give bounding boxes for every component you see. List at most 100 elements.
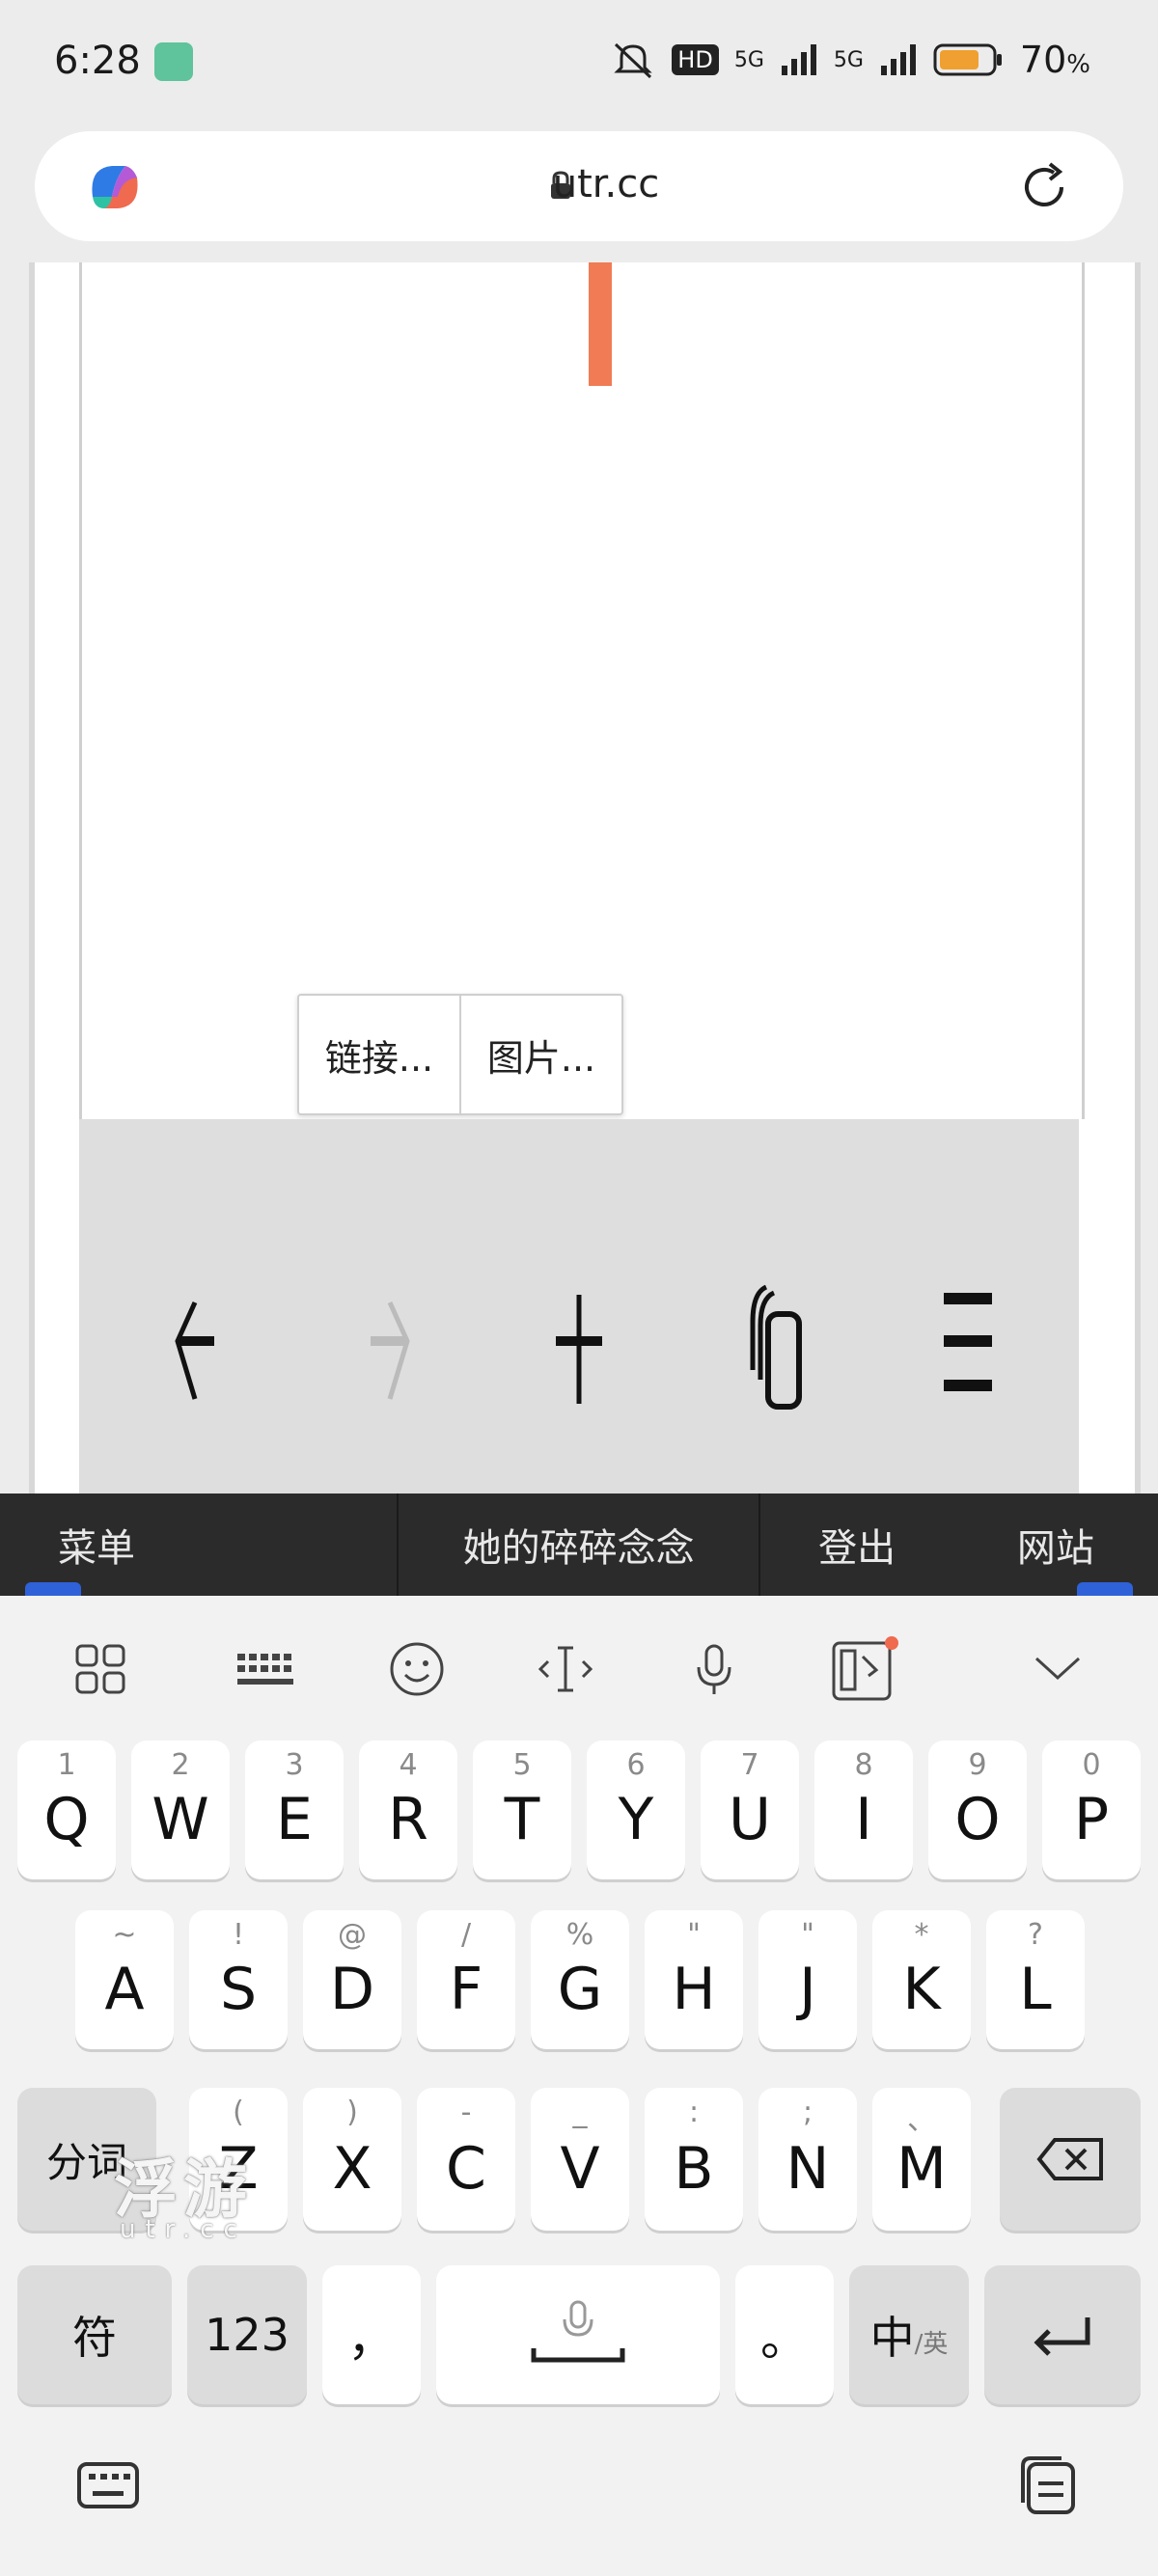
key-hint: % [565,1918,594,1952]
key-hint: 9 [968,1748,987,1782]
collapse-keyboard-icon[interactable] [1019,1631,1096,1708]
battery-unit: % [1066,50,1090,79]
orange-accent-bar [589,262,612,386]
insert-link-button[interactable]: 链接... [299,996,459,1113]
symbol-key-label: 符 [72,2312,117,2364]
language-key-sub: /英 [914,2329,949,2359]
tabs-icon[interactable] [739,1264,816,1418]
key-hint: ; [802,2096,813,2129]
reload-icon[interactable] [1015,158,1073,216]
language-key-main: 中 [869,2312,915,2364]
key-p[interactable]: 0P [1042,1740,1141,1879]
key-r[interactable]: 4R [359,1740,457,1879]
space-mic-icon [531,2300,625,2363]
key-label: T [504,1786,540,1853]
key-k[interactable]: * K [872,1910,971,2049]
backspace-icon [1036,2138,1103,2180]
key-m[interactable]: 、 M [872,2088,971,2231]
key-s[interactable]: ! S [189,1910,288,2049]
key-label: J [799,1956,816,2023]
key-hint: 、 [907,2103,936,2137]
key-label: R [388,1786,428,1853]
key-label: S [219,1956,258,2023]
status-time: 6:28 [54,39,141,83]
key-t[interactable]: 5T [473,1740,571,1879]
period-key[interactable]: 。 [735,2265,834,2404]
insert-image-button[interactable]: 图片... [459,996,621,1113]
menu-item-site[interactable]: 网站 [953,1494,1158,1596]
key-n[interactable]: ; N [758,2088,857,2231]
key-label: W [152,1786,209,1853]
key-label: X [332,2135,372,2203]
apps-grid-icon[interactable] [62,1631,139,1708]
key-o[interactable]: 9O [928,1740,1027,1879]
url-text[interactable]: utr.cc [62,162,1150,206]
comma-key[interactable]: ， [322,2265,421,2404]
key-w[interactable]: 2W [131,1740,230,1879]
key-c[interactable]: -C [417,2088,515,2231]
key-hint: 0 [1082,1748,1101,1782]
key-label: M [896,2135,947,2203]
back-icon[interactable] [156,1264,234,1418]
insert-popup: 链接... 图片... [297,994,623,1115]
menu-item-blog[interactable]: 她的碎碎念念 [396,1494,759,1596]
key-a[interactable]: ~ A [75,1910,174,2049]
key-label: P [1073,1786,1110,1853]
page-content-area [79,262,1085,1119]
menu-item-logout[interactable]: 登出 [758,1494,952,1596]
more-menu-icon[interactable] [934,1264,1011,1418]
keyboard-switch-icon[interactable] [73,2451,143,2520]
signal-5g-label: 5G [733,47,764,72]
key-j[interactable]: " J [758,1910,857,2049]
add-tab-icon[interactable] [540,1264,618,1418]
key-q[interactable]: 1Q [17,1740,116,1879]
key-f[interactable]: / F [417,1910,515,2049]
key-label: E [276,1786,313,1853]
backspace-key[interactable] [1000,2088,1141,2231]
key-label: A [104,1956,145,2023]
key-x[interactable]: ) X [303,2088,401,2231]
key-label: L [1019,1956,1052,2023]
key-hint: ( [233,2096,244,2129]
microphone-icon[interactable] [676,1631,753,1708]
menu-item-menu[interactable]: 菜单 [0,1494,397,1596]
language-switch-key[interactable]: 中/英 [849,2265,969,2404]
key-label: O [954,1786,1001,1853]
ad-theme-icon[interactable] [826,1631,903,1708]
symbol-key[interactable]: 符 [17,2265,172,2404]
key-hint: @ [338,1918,367,1952]
right-scroll-handle [1077,1582,1133,1596]
number-key[interactable]: 123 [187,2265,307,2404]
key-hint: 6 [626,1748,646,1782]
key-label: Y [618,1786,654,1853]
key-hint: 3 [285,1748,304,1782]
forward-icon[interactable] [351,1264,428,1418]
space-key[interactable] [436,2265,720,2404]
key-hint: * [914,1918,929,1952]
key-d[interactable]: @ D [303,1910,401,2049]
browser-nav-bar [79,1119,1079,1494]
key-v[interactable]: _ V [531,2088,629,2231]
key-l[interactable]: ? L [986,1910,1085,2049]
address-bar[interactable]: utr.cc [35,131,1123,241]
comma-key-label: ， [347,2311,396,2367]
emoji-icon[interactable] [378,1631,455,1708]
key-hint: " [801,1918,814,1952]
key-hint: ! [232,1918,245,1952]
key-i[interactable]: 8I [814,1740,913,1879]
keyboard-layout-icon[interactable] [228,1631,305,1708]
key-y[interactable]: 6Y [587,1740,685,1879]
key-e[interactable]: 3E [245,1740,344,1879]
key-hint: " [687,1918,701,1952]
cursor-move-icon[interactable] [527,1631,604,1708]
key-hint: - [460,2096,472,2129]
key-b[interactable]: :B [645,2088,743,2231]
key-h[interactable]: " H [645,1910,743,2049]
signal-5g-label-2: 5G [833,47,864,72]
key-g[interactable]: % G [531,1910,629,2049]
app-notification-icon [154,42,193,81]
enter-key[interactable] [984,2265,1141,2404]
key-u[interactable]: 7U [701,1740,799,1879]
clipboard-icon[interactable] [1013,2451,1083,2520]
key-hint: 7 [740,1748,759,1782]
